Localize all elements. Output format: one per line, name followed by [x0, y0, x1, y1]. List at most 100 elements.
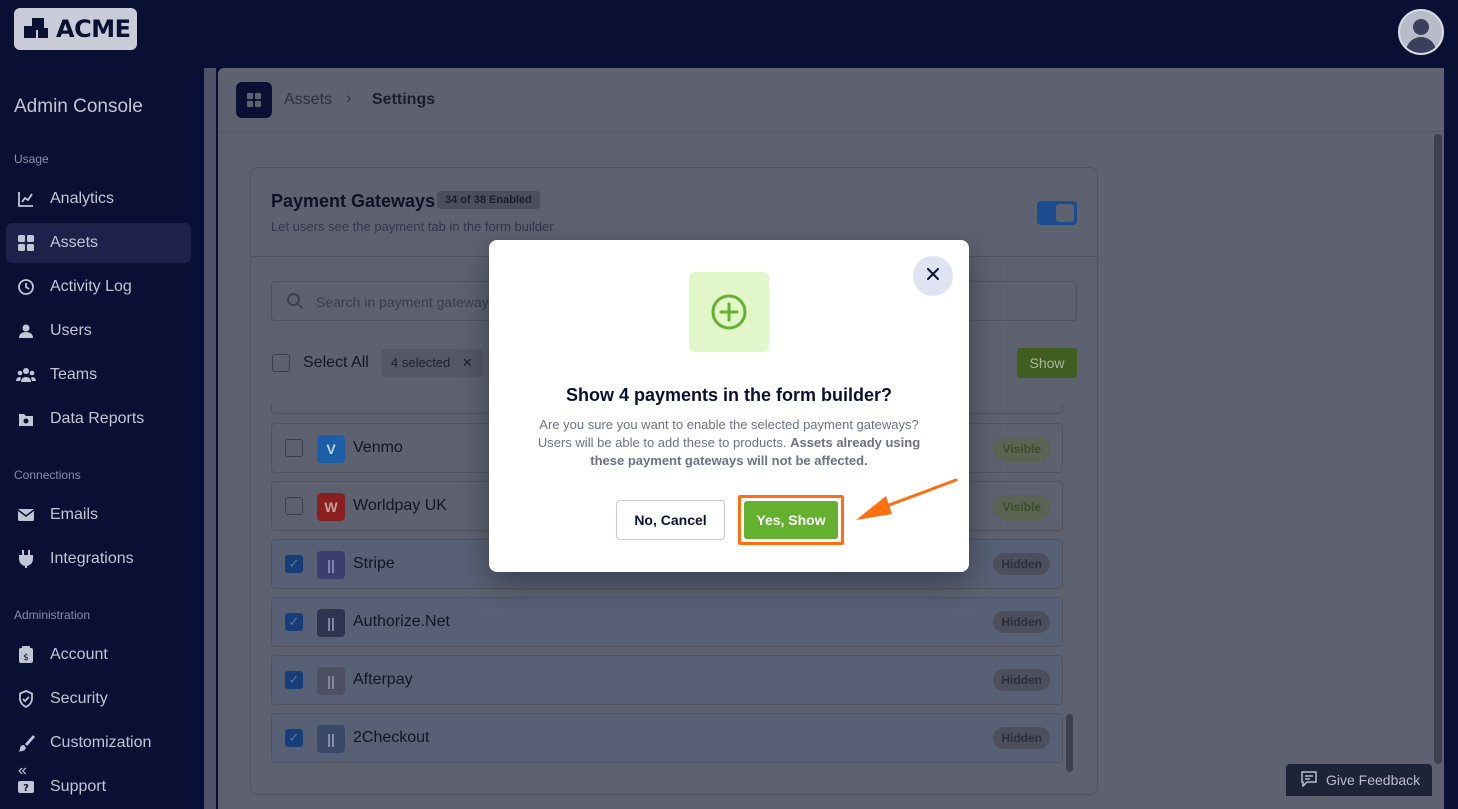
logo-mark-icon	[24, 16, 50, 42]
team-icon	[16, 365, 36, 385]
brush-icon	[16, 733, 36, 753]
yes-show-button[interactable]: Yes, Show	[744, 501, 838, 539]
sidebar-item-label: Security	[50, 690, 108, 707]
row-checkbox-checked[interactable]: ✓	[285, 671, 303, 689]
shield-icon	[16, 689, 36, 709]
svg-text:$: $	[23, 653, 29, 663]
assets-grid-icon[interactable]	[236, 82, 272, 118]
sidebar-item-support[interactable]: ? Support	[6, 767, 191, 807]
breadcrumb-assets-link[interactable]: Assets	[284, 91, 332, 109]
mail-icon	[16, 505, 36, 525]
dialog-message: Are you sure you want to enable the sele…	[529, 416, 929, 470]
sidebar-item-label: Data Reports	[50, 410, 145, 427]
search-icon	[286, 292, 304, 315]
feedback-icon	[1300, 770, 1318, 790]
select-all-checkbox[interactable]	[272, 354, 290, 372]
venmo-logo-icon: V	[317, 435, 345, 463]
sidebar-item-activity-log[interactable]: Activity Log	[6, 267, 191, 307]
console-title: Admin Console	[14, 96, 143, 117]
gateway-name: 2Checkout	[353, 729, 430, 746]
gateway-name: Authorize.Net	[353, 613, 450, 630]
plug-icon	[16, 549, 36, 569]
feedback-label: Give Feedback	[1326, 772, 1421, 788]
give-feedback-button[interactable]: Give Feedback	[1286, 764, 1432, 796]
sidebar-item-label: Users	[50, 322, 92, 339]
report-icon	[16, 409, 36, 429]
sidebar: Admin Console Usage Analytics Assets Act…	[0, 66, 203, 809]
status-badge: Visible	[993, 437, 1050, 461]
clear-selection-icon[interactable]: ✕	[462, 355, 473, 370]
payment-tab-toggle[interactable]	[1037, 201, 1077, 225]
chart-line-icon	[16, 189, 36, 209]
selected-count-label: 4 selected	[391, 355, 451, 370]
account-icon: $	[16, 645, 36, 665]
status-badge: Hidden	[993, 553, 1050, 575]
selected-count-chip[interactable]: 4 selected ✕	[381, 349, 483, 377]
sidebar-item-users[interactable]: Users	[6, 311, 191, 351]
sidebar-scrollbar[interactable]	[204, 68, 216, 809]
sidebar-item-label: Teams	[50, 366, 98, 383]
card-title: Payment Gateways	[271, 191, 436, 211]
section-label-administration: Administration	[14, 608, 91, 622]
sidebar-item-data-reports[interactable]: Data Reports	[6, 399, 191, 439]
row-checkbox-checked[interactable]: ✓	[285, 613, 303, 631]
row-checkbox[interactable]	[285, 497, 303, 515]
authorize-net-logo-icon: ||	[317, 609, 345, 637]
sidebar-item-label: Activity Log	[50, 278, 132, 295]
afterpay-logo-icon: ||	[317, 667, 345, 695]
search-placeholder: Search in payment gateways	[316, 294, 496, 310]
main-scrollbar[interactable]	[1434, 134, 1442, 764]
sidebar-item-emails[interactable]: Emails	[6, 495, 191, 535]
enabled-count-badge: 34 of 38 Enabled	[437, 191, 540, 209]
gateway-name: Venmo	[353, 439, 403, 456]
sidebar-item-analytics[interactable]: Analytics	[6, 179, 191, 219]
sidebar-item-account[interactable]: $ Account	[6, 635, 191, 675]
svg-text:?: ?	[23, 783, 29, 794]
table-row[interactable]: ✓ || Afterpay Hidden	[271, 655, 1063, 705]
sidebar-item-teams[interactable]: Teams	[6, 355, 191, 395]
support-icon: ?	[16, 777, 36, 797]
sidebar-item-label: Assets	[50, 234, 99, 251]
sidebar-item-label: Support	[50, 778, 107, 795]
user-icon	[16, 321, 36, 341]
cancel-button[interactable]: No, Cancel	[616, 500, 725, 540]
plus-circle-icon	[689, 272, 769, 352]
sidebar-item-customization[interactable]: Customization	[6, 723, 191, 763]
sidebar-item-integrations[interactable]: Integrations	[6, 539, 191, 579]
list-scrollbar[interactable]	[1066, 714, 1073, 772]
gateway-name: Worldpay UK	[353, 497, 447, 514]
grid-icon	[16, 233, 36, 253]
close-icon	[927, 267, 939, 285]
dialog-title: Show 4 payments in the form builder?	[565, 385, 893, 405]
section-label-connections: Connections	[14, 468, 81, 482]
acme-logo[interactable]: ACME	[14, 8, 137, 50]
collapse-sidebar-icon[interactable]: «	[18, 762, 27, 780]
sidebar-item-label: Integrations	[50, 550, 134, 567]
worldpay-logo-icon: W	[317, 493, 345, 521]
gateway-name: Stripe	[353, 555, 395, 572]
stripe-logo-icon: ||	[317, 551, 345, 579]
table-row[interactable]: ✓ || 2Checkout Hidden	[271, 713, 1063, 763]
row-checkbox-checked[interactable]: ✓	[285, 729, 303, 747]
sidebar-item-label: Analytics	[50, 190, 115, 207]
clock-icon	[16, 277, 36, 297]
status-badge: Visible	[993, 495, 1050, 519]
user-avatar[interactable]	[1398, 9, 1444, 55]
select-all-label[interactable]: Select All	[303, 354, 369, 372]
status-badge: Hidden	[993, 611, 1050, 633]
show-button[interactable]: Show	[1017, 348, 1077, 378]
annotation-arrow-icon	[856, 478, 958, 520]
sidebar-item-assets[interactable]: Assets	[6, 223, 191, 263]
card-subtitle: Let users see the payment tab in the for…	[271, 219, 554, 234]
close-button[interactable]	[913, 256, 953, 296]
row-checkbox-checked[interactable]: ✓	[285, 555, 303, 573]
breadcrumb: Assets › Settings	[218, 68, 1444, 132]
sidebar-item-security[interactable]: Security	[6, 679, 191, 719]
sidebar-item-label: Emails	[50, 506, 99, 523]
row-checkbox[interactable]	[285, 439, 303, 457]
2checkout-logo-icon: ||	[317, 725, 345, 753]
table-row[interactable]: ✓ || Authorize.Net Hidden	[271, 597, 1063, 647]
confirm-highlight: Yes, Show	[738, 495, 844, 545]
gateway-name: Afterpay	[353, 671, 413, 688]
status-badge: Hidden	[993, 727, 1050, 749]
